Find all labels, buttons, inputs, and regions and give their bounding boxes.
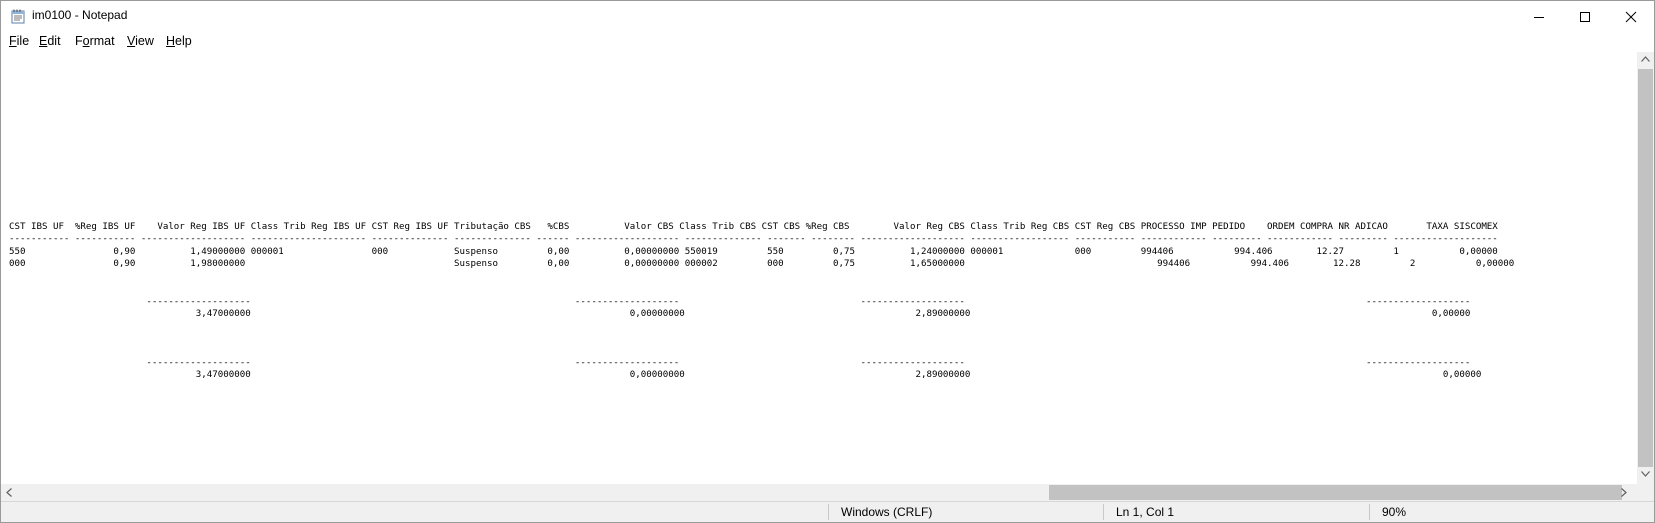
scroll-left-icon[interactable] [6,488,12,497]
menu-format-accel: o [82,34,90,48]
text-line-separator: ----------- ----------- ----------------… [9,234,1498,244]
menu-file-accel: F [9,34,17,48]
menu-view-label: iew [135,34,154,48]
horizontal-scrollbar[interactable] [1,484,1637,501]
menu-format-label: rmat [89,34,115,48]
maximize-button[interactable] [1562,1,1608,32]
menu-help[interactable]: Help [166,34,192,48]
vertical-scroll-thumb[interactable] [1638,69,1653,467]
menu-file-label: ile [16,34,30,48]
status-line-ending: Windows (CRLF) [841,505,933,519]
maximize-icon [1580,12,1590,22]
text-line-total-rule: ------------------- ------------------- … [9,358,1471,368]
scroll-up-icon[interactable] [1641,56,1650,62]
text-line-total: 3,47000000 0,00000000 2,89000000 0,00000 [9,370,1482,380]
close-button[interactable] [1608,1,1654,32]
menu-help-label: elp [175,34,192,48]
scroll-right-icon[interactable] [1621,488,1627,497]
text-editor[interactable]: CST IBS UF %Reg IBS UF Valor Reg IBS UF … [1,52,1637,484]
status-separator [1369,504,1370,520]
status-zoom: 90% [1382,505,1407,519]
menu-format[interactable]: Format [75,34,115,48]
vertical-scrollbar[interactable] [1637,52,1654,484]
menu-file[interactable]: File [9,34,29,48]
status-cursor-position: Ln 1, Col 1 [1116,505,1175,519]
menu-view[interactable]: View [127,34,154,48]
text-line-row-2: 000 0,90 1,98000000 Suspenso 0,00 0,0000… [9,259,1515,269]
minimize-button[interactable] [1516,1,1562,32]
menu-bar: File Edit Format View Help [1,32,1654,52]
scrollbar-corner [1637,484,1654,501]
window-title: im0100 - Notepad [32,8,128,22]
status-separator [828,504,829,520]
menu-edit-label: dit [47,34,61,48]
text-line-subtotal: 3,47000000 0,00000000 2,89000000 0,00000 [9,309,1471,319]
menu-format-prefix: F [75,34,83,48]
scroll-down-icon[interactable] [1641,471,1650,477]
text-line-header: CST IBS UF %Reg IBS UF Valor Reg IBS UF … [9,222,1498,232]
title-bar[interactable]: im0100 - Notepad [1,1,1654,32]
text-line-subtotal-rule: ------------------- ------------------- … [9,297,1471,307]
menu-help-accel: H [166,34,176,48]
text-line-row-1: 550 0,90 1,49000000 000001 000 Suspenso … [9,247,1498,257]
horizontal-scroll-thumb[interactable] [1049,485,1622,500]
close-icon [1625,11,1637,23]
notepad-icon [11,9,25,24]
status-bar: Windows (CRLF) Ln 1, Col 1 90% [1,501,1654,522]
minimize-icon [1534,17,1544,18]
menu-view-accel: V [127,34,136,48]
menu-edit[interactable]: Edit [39,34,61,48]
status-separator [1103,504,1104,520]
notepad-window: im0100 - Notepad File Edit Format View H… [0,0,1655,523]
